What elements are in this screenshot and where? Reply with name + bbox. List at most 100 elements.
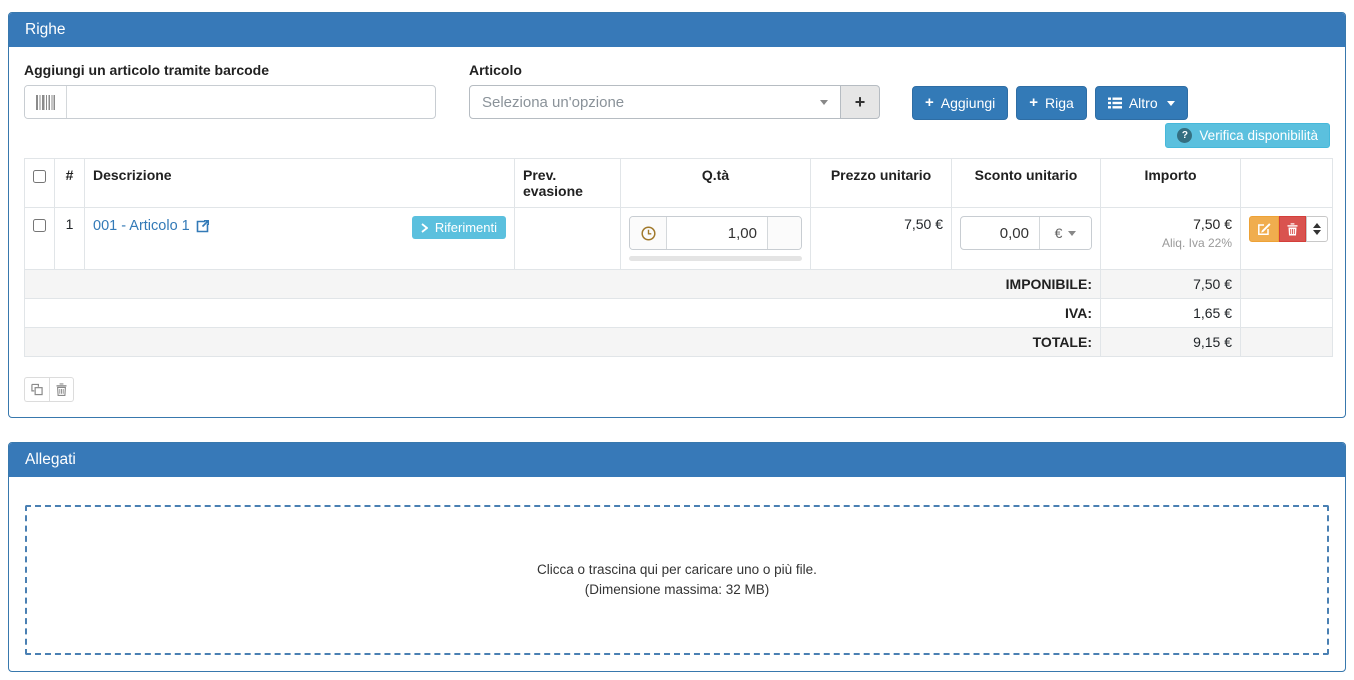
- qta-input-group: [629, 216, 802, 250]
- sconto-input[interactable]: [961, 217, 1039, 249]
- articolo-label: Articolo: [469, 62, 880, 78]
- sconto-type-dropdown[interactable]: €: [1039, 217, 1091, 249]
- iva-value: 1,65 €: [1101, 299, 1241, 328]
- iva-label: IVA:: [25, 299, 1101, 328]
- select-all-header: [25, 159, 55, 208]
- dropzone-text-line2: (Dimensione massima: 32 MB): [585, 580, 770, 600]
- totale-value: 9,15 €: [1101, 328, 1241, 357]
- col-prev-evasione: Prev. evasione: [515, 159, 621, 208]
- qta-um-addon: [767, 217, 801, 249]
- col-number: #: [55, 159, 85, 208]
- chevron-down-icon: [820, 100, 828, 105]
- col-importo: Importo: [1101, 159, 1241, 208]
- table-row: 1 001 - Articolo 1: [25, 208, 1333, 270]
- row-checkbox[interactable]: [33, 219, 46, 232]
- table-header-row: # Descrizione Prev. evasione Q.tà Prezzo…: [25, 159, 1333, 208]
- chevron-down-icon: [1167, 101, 1175, 106]
- col-actions: [1241, 159, 1333, 208]
- duplicate-rows-button[interactable]: [24, 377, 49, 402]
- plus-icon: +: [925, 96, 934, 110]
- riferimenti-badge[interactable]: Riferimenti: [412, 216, 506, 239]
- allegati-panel-title: Allegati: [9, 443, 1345, 477]
- articolo-select[interactable]: Seleziona un'opzione: [469, 85, 841, 119]
- importo-value: 7,50 €: [1109, 216, 1232, 232]
- dropzone-text-line1: Clicca o trascina qui per caricare uno o…: [537, 560, 817, 580]
- articolo-form-group: Articolo Seleziona un'opzione +: [469, 62, 880, 119]
- select-all-checkbox[interactable]: [33, 170, 46, 183]
- verifica-row: ? Verifica disponibilità: [24, 123, 1330, 148]
- pencil-square-icon: [1257, 222, 1271, 236]
- summary-row-totale: TOTALE: 9,15 €: [25, 328, 1333, 357]
- delete-row-button[interactable]: [1279, 216, 1306, 242]
- page: Righe Aggiungi un articolo tramite barco…: [0, 0, 1354, 680]
- righe-panel-title: Righe: [9, 13, 1345, 47]
- bulk-actions-group: [24, 377, 74, 402]
- riga-button[interactable]: + Riga: [1016, 86, 1087, 120]
- plus-icon: +: [1029, 96, 1038, 110]
- trash-icon: [56, 383, 67, 396]
- riga-button-label: Riga: [1045, 93, 1074, 113]
- row-number-cell: 1: [55, 208, 85, 270]
- barcode-form-group: Aggiungi un articolo tramite barcode: [24, 62, 436, 119]
- chevron-down-icon: [1068, 231, 1076, 236]
- trash-icon: [1287, 223, 1298, 236]
- clock-icon: [630, 217, 667, 249]
- row-prezzo-cell: 7,50 €: [811, 208, 952, 270]
- new-article-button[interactable]: +: [841, 85, 880, 119]
- articolo-select-placeholder: Seleziona un'opzione: [482, 94, 624, 111]
- article-link[interactable]: 001 - Articolo 1: [93, 216, 209, 234]
- row-prev-evasione-cell: [515, 208, 621, 270]
- sort-up-icon: [1313, 223, 1321, 228]
- righe-table: # Descrizione Prev. evasione Q.tà Prezzo…: [24, 158, 1333, 357]
- sort-down-icon: [1313, 230, 1321, 235]
- qta-input[interactable]: [667, 217, 767, 249]
- allegati-panel-body: Clicca o trascina qui per caricare uno o…: [9, 477, 1345, 671]
- verifica-button-label: Verifica disponibilità: [1199, 128, 1318, 143]
- row-sconto-cell: €: [952, 208, 1101, 270]
- barcode-input[interactable]: [67, 86, 435, 118]
- totale-label: TOTALE:: [25, 328, 1101, 357]
- righe-panel: Righe Aggiungi un articolo tramite barco…: [8, 12, 1346, 418]
- aggiungi-button[interactable]: + Aggiungi: [912, 86, 1008, 120]
- aliquota-iva: Aliq. Iva 22%: [1109, 236, 1232, 250]
- add-article-row: Aggiungi un articolo tramite barcode: [24, 62, 1330, 120]
- sconto-type-value: €: [1055, 225, 1063, 241]
- file-dropzone[interactable]: Clicca o trascina qui per caricare uno o…: [25, 505, 1329, 655]
- row-importo-cell: 7,50 € Aliq. Iva 22%: [1101, 208, 1241, 270]
- summary-row-imponibile: IMPONIBILE: 7,50 €: [25, 270, 1333, 299]
- edit-row-button[interactable]: [1249, 216, 1279, 242]
- aggiungi-button-label: Aggiungi: [941, 93, 996, 113]
- articolo-select-group: Seleziona un'opzione +: [469, 85, 880, 119]
- riferimenti-badge-label: Riferimenti: [435, 220, 497, 235]
- righe-panel-body: Aggiungi un articolo tramite barcode: [9, 47, 1345, 417]
- col-qta: Q.tà: [621, 159, 811, 208]
- row-qta-cell: [621, 208, 811, 270]
- external-link-icon: [196, 220, 209, 233]
- allegati-panel: Allegati Clicca o trascina qui per caric…: [8, 442, 1346, 672]
- delete-rows-button[interactable]: [49, 377, 74, 402]
- evasione-progress-bar: [629, 256, 802, 261]
- col-descrizione: Descrizione: [85, 159, 515, 208]
- altro-dropdown-button[interactable]: Altro: [1095, 86, 1188, 120]
- col-sconto-unitario: Sconto unitario: [952, 159, 1101, 208]
- prezzo-value: 7,50 €: [904, 216, 943, 232]
- barcode-input-group: [24, 85, 436, 119]
- row-actions-cell: [1241, 208, 1333, 270]
- barcode-icon: [25, 86, 67, 118]
- altro-button-label: Altro: [1129, 93, 1158, 113]
- row-action-buttons: + Aggiungi + Riga: [912, 62, 1188, 120]
- article-link-label: 001 - Articolo 1: [93, 218, 190, 234]
- row-select-cell: [25, 208, 55, 270]
- summary-empty-cell: [1241, 328, 1333, 357]
- imponibile-value: 7,50 €: [1101, 270, 1241, 299]
- barcode-label: Aggiungi un articolo tramite barcode: [24, 62, 436, 78]
- plus-icon: +: [855, 92, 866, 113]
- summary-row-iva: IVA: 1,65 €: [25, 299, 1333, 328]
- verifica-disponibilita-button[interactable]: ? Verifica disponibilità: [1165, 123, 1330, 148]
- question-circle-icon: ?: [1177, 128, 1192, 143]
- row-description-cell: 001 - Articolo 1: [85, 208, 515, 270]
- list-icon: [1108, 97, 1122, 109]
- sconto-input-group: €: [960, 216, 1092, 250]
- summary-empty-cell: [1241, 299, 1333, 328]
- sort-row-handle[interactable]: [1306, 216, 1328, 242]
